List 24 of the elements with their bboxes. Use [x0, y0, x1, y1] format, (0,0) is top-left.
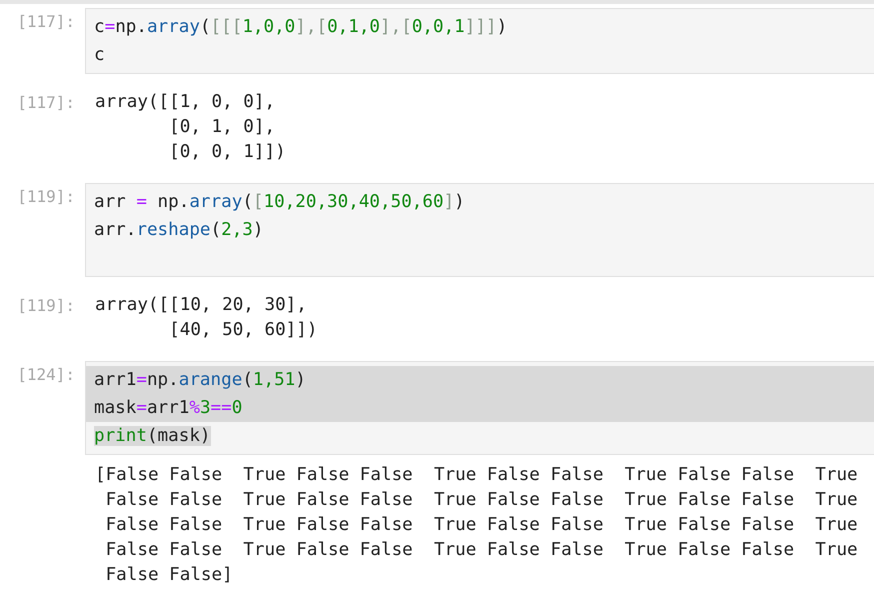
- output-prompt: [117]:: [16, 92, 76, 114]
- code-line: c=np.array([[[1,0,0],[0,1,0],[0,0,1]]]): [94, 17, 508, 37]
- input-prompt: [124]:: [16, 364, 76, 384]
- output-line: [0, 1, 0],: [168, 116, 276, 139]
- code-input-area[interactable]: c=np.array([[[1,0,0],[0,1,0],[0,0,1]]]) c: [85, 8, 874, 74]
- output-line: array([[1, 0, 0],: [95, 91, 276, 114]
- code-line: arr.reshape(2,3): [94, 220, 264, 240]
- output-line: False False True False False True False False True False False True: [104, 514, 858, 537]
- input-prompt: [117]:: [16, 11, 76, 31]
- output-line: False False]: [104, 564, 234, 587]
- output-line: array([[10, 20, 30],: [95, 294, 308, 317]
- output-line: [40, 50, 60]]): [168, 319, 318, 342]
- output-line: False False True False False True False False True False False True: [104, 489, 858, 512]
- output-prompt: [119]:: [16, 295, 76, 317]
- code-line: arr = np.array([10,20,30,40,50,60]): [94, 192, 465, 212]
- code-input-area[interactable]: arr = np.array([10,20,30,40,50,60]) arr.reshape(2,3): [85, 183, 874, 277]
- output-line: False False True False False True False False True False False True: [104, 539, 858, 562]
- code-line: c: [94, 45, 105, 65]
- code-line: mask=arr1%3==0: [94, 398, 242, 418]
- code-line: arr1=np.arange(1,51): [94, 370, 306, 390]
- output-line: [0, 0, 1]]): [168, 141, 286, 164]
- output-line: [False False True False False True False False True False False True: [95, 464, 858, 487]
- code-input-area[interactable]: arr1=np.arange(1,51) mask=arr1%3==0 print(mask): [85, 361, 874, 455]
- input-prompt: [119]:: [16, 186, 76, 206]
